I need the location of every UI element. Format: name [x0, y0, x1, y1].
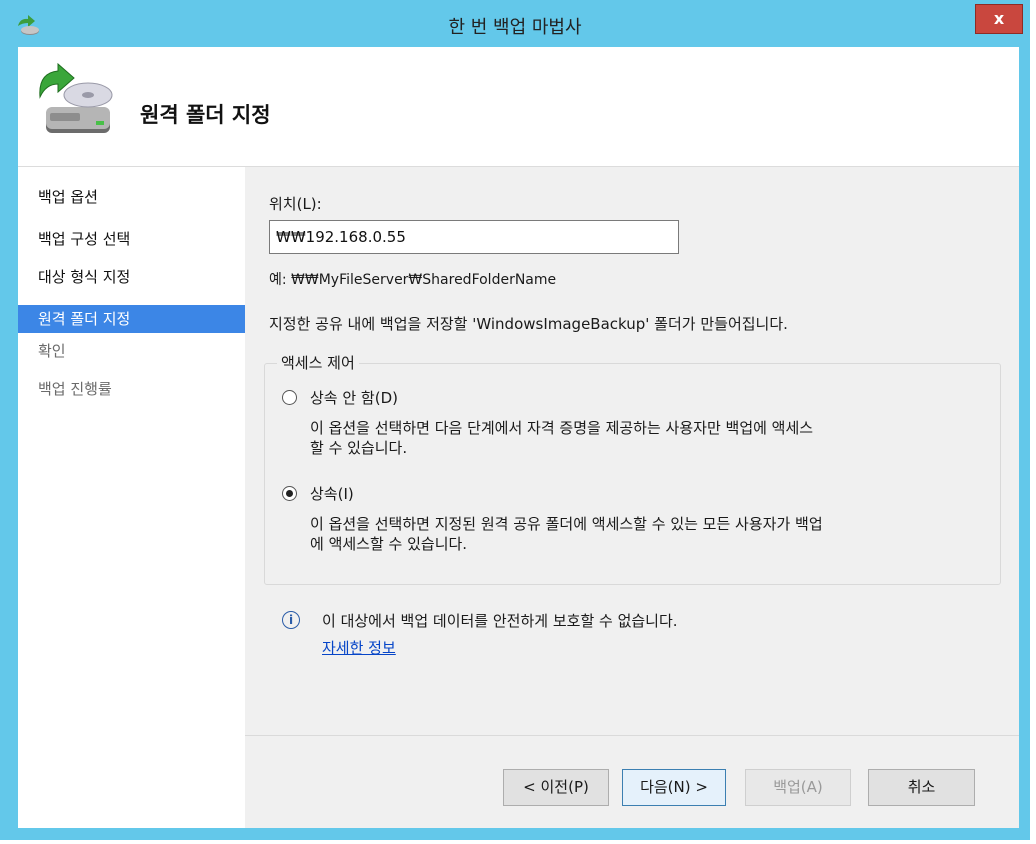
button-divider — [245, 735, 1019, 736]
sidebar-item-confirmation: 확인 — [38, 342, 66, 360]
security-warning-text: 이 대상에서 백업 데이터를 안전하게 보호할 수 없습니다. — [322, 612, 678, 630]
close-button[interactable]: x — [975, 4, 1023, 34]
no-inherit-radio[interactable] — [282, 390, 297, 405]
next-button[interactable]: 다음(N) > — [622, 769, 726, 806]
sidebar-item-backup-options[interactable]: 백업 옵션 — [18, 183, 245, 211]
info-icon: i — [282, 611, 300, 629]
wizard-content: 위치(L): 예: ₩₩MyFileServer₩SharedFolderNam… — [245, 167, 1019, 828]
inherit-description: 이 옵션을 선택하면 지정된 원격 공유 폴더에 액세스할 수 있는 모든 사용… — [310, 515, 823, 553]
no-inherit-description: 이 옵션을 선택하면 다음 단계에서 자격 증명을 제공하는 사용자만 백업에 … — [310, 419, 814, 457]
wizard-steps-sidebar: 백업 옵션 백업 구성 선택 대상 형식 지정 원격 폴더 지정 확인 백업 진… — [18, 167, 245, 828]
location-input[interactable] — [269, 220, 679, 254]
wizard-header: 원격 폴더 지정 — [18, 47, 1019, 167]
page-title: 원격 폴더 지정 — [140, 103, 271, 127]
location-example: 예: ₩₩MyFileServer₩SharedFolderName — [269, 272, 557, 288]
sidebar-item-backup-configuration[interactable]: 백업 구성 선택 — [18, 225, 245, 253]
folder-info-text: 지정한 공유 내에 백업을 저장할 'WindowsImageBackup' 폴… — [269, 315, 788, 333]
backup-button: 백업(A) — [745, 769, 851, 806]
wizard-window: 한 번 백업 마법사 x 원격 폴더 지정 백업 옵션 백업 구성 선택 대상 … — [0, 0, 1030, 840]
window-title: 한 번 백업 마법사 — [448, 17, 582, 38]
sidebar-item-destination-type[interactable]: 대상 형식 지정 — [18, 263, 245, 291]
access-control-group: 액세스 제어 상속 안 함(D) 이 옵션을 선택하면 다음 단계에서 자격 증… — [264, 352, 1001, 585]
prev-button[interactable]: < 이전(P) — [503, 769, 609, 806]
more-info-link[interactable]: 자세한 정보 — [322, 637, 396, 658]
sidebar-item-remote-folder[interactable]: 원격 폴더 지정 — [18, 305, 245, 333]
access-control-legend: 액세스 제어 — [277, 352, 359, 373]
no-inherit-label[interactable]: 상속 안 함(D) — [310, 387, 398, 408]
radio-selected-dot — [286, 490, 293, 497]
inherit-radio[interactable] — [282, 486, 297, 501]
backup-drive-icon — [39, 63, 113, 133]
sidebar-item-backup-progress: 백업 진행률 — [38, 380, 112, 398]
location-label: 위치(L): — [269, 195, 322, 213]
cancel-button[interactable]: 취소 — [868, 769, 975, 806]
inherit-label[interactable]: 상속(I) — [310, 483, 354, 504]
wizard-body: 백업 옵션 백업 구성 선택 대상 형식 지정 원격 폴더 지정 확인 백업 진… — [18, 167, 1019, 828]
title-bar[interactable]: 한 번 백업 마법사 x — [3, 3, 1027, 47]
